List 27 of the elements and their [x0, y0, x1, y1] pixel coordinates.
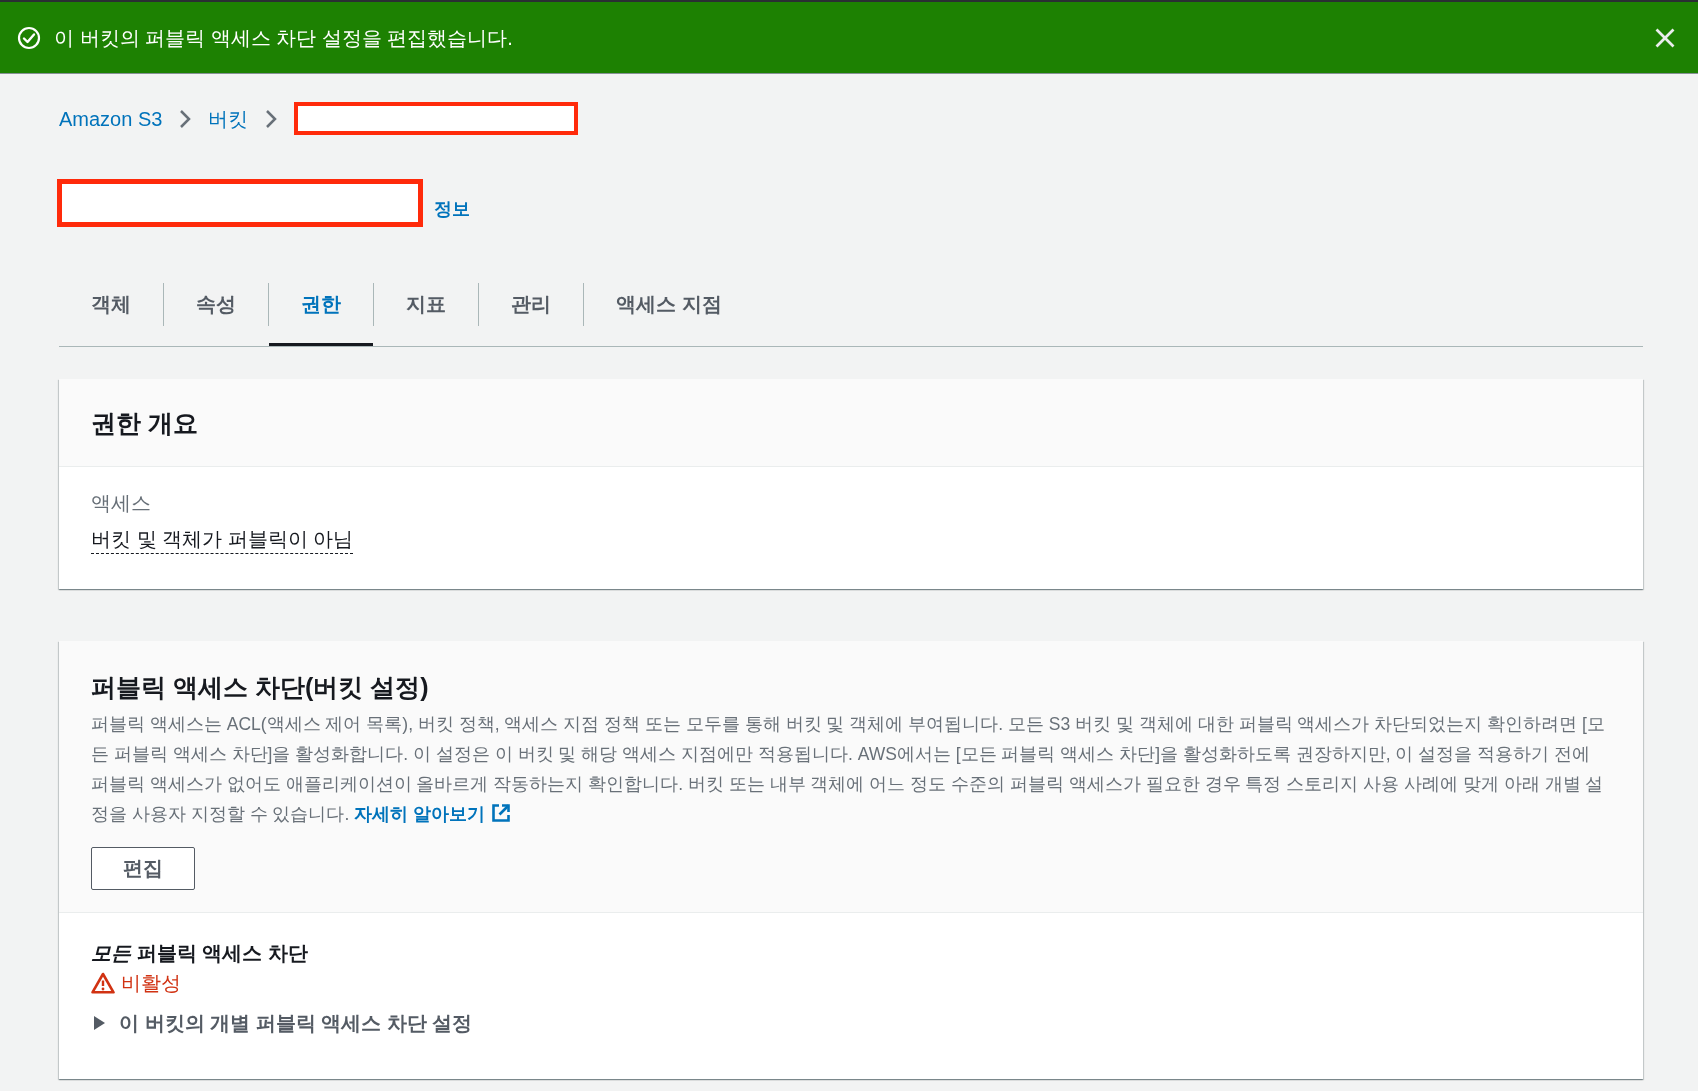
setting-label: 모든 퍼블릭 액세스 차단: [91, 941, 309, 966]
breadcrumb-link[interactable]: 버킷: [208, 104, 249, 133]
tab[interactable]: 속성: [164, 262, 268, 346]
field-label: 액세스: [91, 491, 152, 516]
tab[interactable]: 관리: [479, 262, 583, 346]
info-link[interactable]: 정보: [434, 197, 470, 221]
field-value: 버킷 및 객체가 퍼블릭이 아님: [91, 525, 354, 554]
tab[interactable]: 권한: [269, 262, 373, 346]
description-text: 퍼블릭 액세스는 ACL(액세스 제어 목록), 버킷 정책, 액세스 지점 정책 또는 모두를 통해 버킷 및 객체에 부여됩니다. 모든 S3 버킷 및 객체에 대한 퍼블릭 액세스가 차단되었는지 확인하려면 [모든 퍼블릭 액세스 차단]을 활성화합니다. 이 설정은 이 버킷 및 해당 액세스 지점에만 적용됩니다. AWS에서는 [모든 퍼블릭 액세스 차단]을 활성화하도록 권장하지만, 이 설정을 적용하기 전에 퍼블릭 액세스가 없어도 애플리케이션이 올바르게 작동하는지 확인합니다. 버킷 또는 내부 객체에 어느 정도 수준의 퍼블릭 액세스가 필요한 경우 특정 스토리지 사용 사례에 맞게 아래 개별 설정을 사용자 지정할 수 있습니다. 자세히 알아보기: [91, 713, 1606, 826]
expand-toggle[interactable]: 이 버킷의 개별 퍼블릭 액세스 차단 설정: [91, 1009, 473, 1037]
breadcrumb-link[interactable]: Amazon S3: [59, 104, 163, 133]
learn-more-link[interactable]: 자세히 알아보기: [354, 804, 512, 824]
card-title: 권한 개요: [91, 407, 198, 439]
close-button[interactable]: [1655, 27, 1675, 48]
notification-message: 이 버킷의 퍼블릭 액세스 차단 설정을 편집했습니다.: [54, 25, 514, 51]
tab[interactable]: 객체: [59, 262, 163, 346]
warning-icon: [91, 972, 115, 994]
tab[interactable]: 지표: [374, 262, 478, 346]
check-circle-icon: [17, 25, 41, 50]
chevron-right-icon: [265, 108, 278, 129]
chevron-right-icon: [179, 108, 192, 129]
status-text: 비활성: [121, 971, 181, 996]
card-title: 퍼블릭 액세스 차단(버킷 설정): [91, 672, 430, 703]
external-link-icon: [491, 803, 512, 823]
edit-button[interactable]: 편집: [91, 847, 195, 890]
tab[interactable]: 액세스 지점: [584, 262, 754, 346]
close-icon: [1655, 27, 1675, 48]
